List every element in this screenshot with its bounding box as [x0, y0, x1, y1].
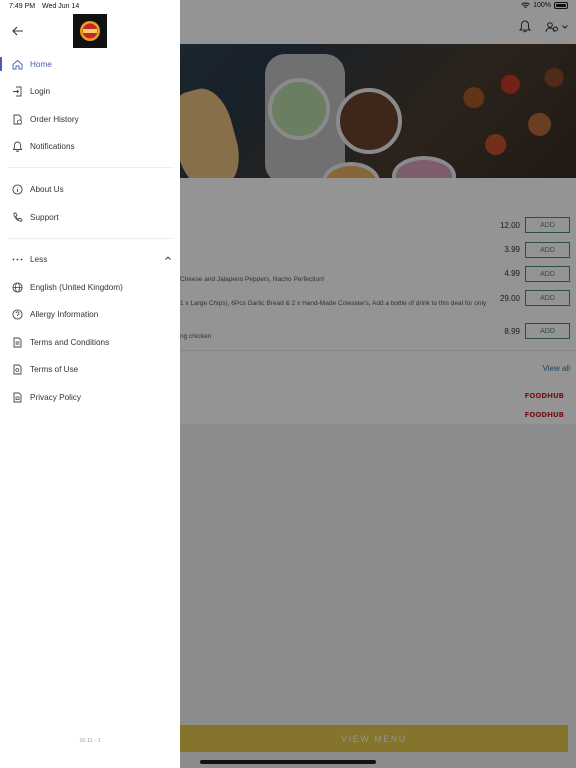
nav-item-less[interactable]: Less: [0, 247, 180, 271]
nav-label: Terms of Use: [30, 364, 79, 374]
nav-label: English (United Kingdom): [30, 282, 123, 292]
battery-icon: [554, 2, 568, 9]
nav-label: Allergy Information: [30, 309, 99, 319]
nav-item-terms-of-use[interactable]: Terms of Use: [0, 357, 180, 381]
phone-icon: [11, 211, 23, 223]
battery-percent: 100%: [533, 2, 551, 9]
home-icon: [11, 58, 23, 70]
restaurant-logo: [73, 14, 107, 48]
document-search-icon: [11, 363, 23, 375]
status-time: 7:49 PM: [9, 3, 36, 10]
login-icon: [11, 85, 23, 97]
nav-label: Login: [30, 86, 51, 96]
info-icon: [11, 183, 23, 195]
app-version: 10.11 - 1: [79, 738, 101, 744]
status-date: Wed Jun 14: [42, 3, 80, 10]
navigation-drawer: Home Login Order History Notifications A…: [0, 0, 180, 768]
nav-item-about-us[interactable]: About Us: [0, 177, 180, 201]
nav-label: Support: [30, 212, 59, 222]
document-icon: [11, 336, 23, 348]
globe-icon: [11, 281, 23, 293]
nav-label: Privacy Policy: [30, 392, 81, 402]
order-history-icon: [11, 113, 23, 125]
back-arrow-icon[interactable]: [10, 24, 26, 38]
nav-item-notifications[interactable]: Notifications: [0, 134, 180, 158]
divider: [8, 238, 174, 239]
privacy-icon: [11, 391, 23, 403]
chevron-up-icon: [165, 256, 171, 260]
status-indicators: 100%: [521, 2, 568, 9]
more-dots-icon: [11, 253, 23, 265]
wifi-icon: [521, 2, 530, 8]
nav-label: Less: [30, 254, 48, 264]
home-indicator: [200, 760, 376, 764]
nav-label: Home: [30, 59, 52, 69]
nav-item-terms-and-conditions[interactable]: Terms and Conditions: [0, 330, 180, 354]
divider: [8, 167, 174, 168]
nav-label: Terms and Conditions: [30, 337, 110, 347]
nav-item-privacy-policy[interactable]: Privacy Policy: [0, 385, 180, 409]
status-bar: 7:49 PM Wed Jun 14 100%: [0, 0, 576, 14]
nav-item-home[interactable]: Home: [0, 52, 180, 76]
nav-label: Notifications: [30, 141, 75, 151]
nav-label: Order History: [30, 114, 79, 124]
nav-item-language[interactable]: English (United Kingdom): [0, 275, 180, 299]
nav-item-support[interactable]: Support: [0, 205, 180, 229]
nav-item-allergy-information[interactable]: Allergy Information: [0, 302, 180, 326]
help-circle-icon: [11, 308, 23, 320]
bell-icon: [11, 140, 23, 152]
nav-item-order-history[interactable]: Order History: [0, 107, 180, 131]
nav-item-login[interactable]: Login: [0, 79, 180, 103]
nav-label: About Us: [30, 184, 64, 194]
